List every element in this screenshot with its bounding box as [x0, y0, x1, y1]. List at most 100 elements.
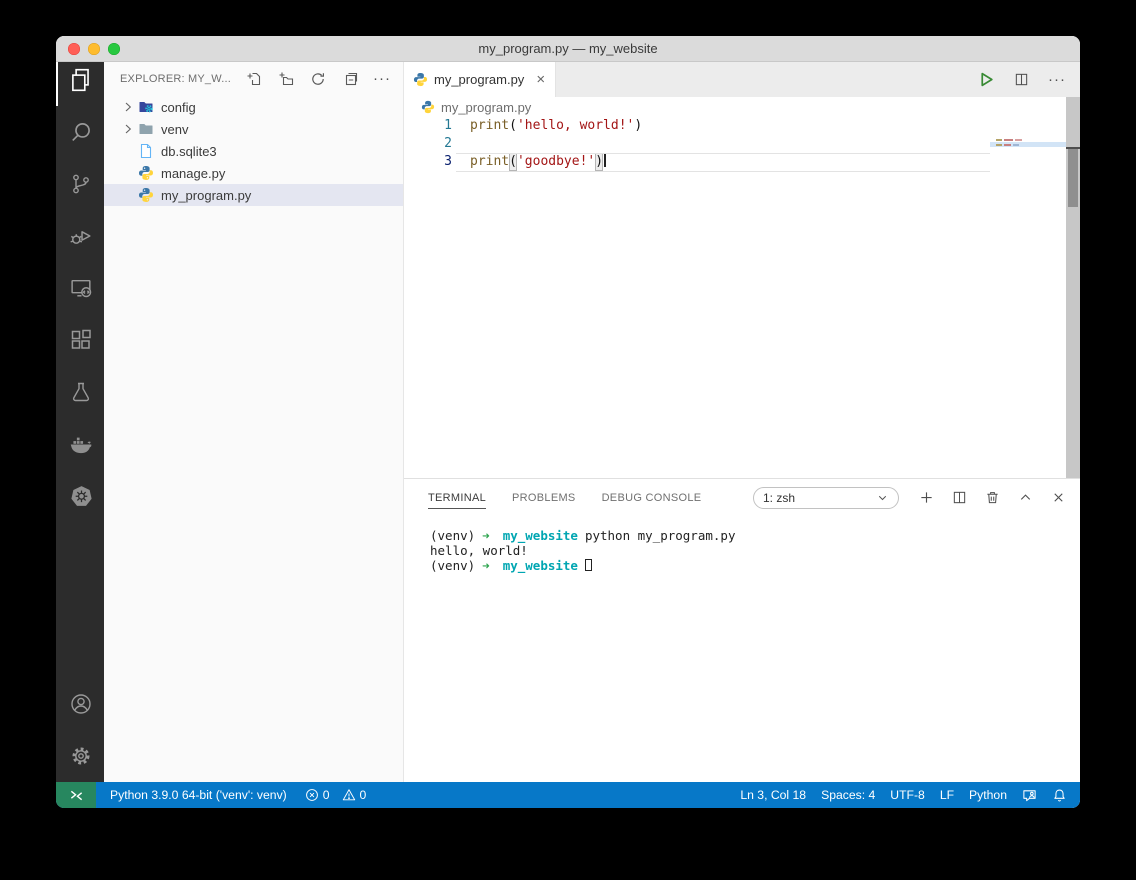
panel-actions	[919, 490, 1066, 505]
line-number-active: 3	[404, 153, 470, 171]
line-number: 1	[404, 117, 470, 135]
tree-item-my-program-py[interactable]: my_program.py	[104, 184, 403, 206]
tab-terminal[interactable]: TERMINAL	[428, 487, 486, 509]
bottom-panel: TERMINAL PROBLEMS DEBUG CONSOLE 1: zsh	[404, 478, 1080, 782]
terminal-line: hello, world!	[430, 543, 1080, 558]
encoding-status[interactable]: UTF-8	[890, 788, 925, 802]
editor-column: my_program.py × ··· my_program.py	[404, 62, 1080, 782]
split-editor-button[interactable]	[1014, 72, 1029, 87]
bell-icon	[1052, 788, 1067, 803]
close-tab-icon[interactable]: ×	[536, 72, 545, 87]
activity-bar-source-control[interactable]	[56, 158, 104, 210]
git-branch-icon	[69, 172, 93, 196]
play-icon	[978, 71, 995, 88]
activity-bar-remote-explorer[interactable]	[56, 262, 104, 314]
tree-item-manage-py[interactable]: manage.py	[104, 162, 403, 184]
tree-item-config[interactable]: config	[104, 96, 403, 118]
eol-status[interactable]: LF	[940, 788, 954, 802]
refresh-button[interactable]	[309, 71, 326, 88]
tree-item-label: manage.py	[161, 166, 225, 181]
terminal-cursor	[585, 559, 592, 571]
tab-my-program-py[interactable]: my_program.py ×	[404, 62, 556, 97]
terminal-output[interactable]: (venv)➜my_websitepython my_program.py he…	[404, 516, 1080, 573]
status-left: Python 3.9.0 64-bit ('venv': venv) 0 0	[96, 788, 366, 802]
status-right: Ln 3, Col 18 Spaces: 4 UTF-8 LF Python	[740, 788, 1080, 803]
chevron-right-icon	[120, 99, 138, 115]
maximize-panel-button[interactable]	[1018, 490, 1033, 505]
minimap[interactable]	[990, 137, 1066, 197]
language-mode-status[interactable]: Python	[969, 788, 1007, 802]
prompt-directory: my_website	[503, 528, 578, 543]
collapse-all-icon	[342, 71, 358, 87]
split-terminal-icon	[952, 490, 967, 505]
scrollbar-thumb[interactable]	[1068, 149, 1078, 207]
activity-bar	[56, 62, 104, 782]
new-folder-icon	[278, 71, 294, 87]
remote-indicator[interactable]	[56, 782, 96, 808]
breadcrumb[interactable]: my_program.py	[404, 97, 1080, 117]
breadcrumb-file: my_program.py	[441, 100, 531, 115]
tree-item-venv[interactable]: venv	[104, 118, 403, 140]
kill-terminal-button[interactable]	[985, 490, 1000, 505]
prompt-directory: my_website	[503, 558, 578, 573]
feedback-button[interactable]	[1022, 788, 1037, 803]
activity-bar-run-debug[interactable]	[56, 210, 104, 262]
sidebar-explorer: EXPLORER: MY_W... ··· config	[104, 62, 404, 782]
prompt-arrow: ➜	[482, 528, 490, 543]
activity-bar-kubernetes[interactable]	[56, 470, 104, 522]
cursor-position-status[interactable]: Ln 3, Col 18	[740, 788, 806, 802]
code-line-2: 2	[404, 135, 1080, 153]
close-panel-button[interactable]	[1051, 490, 1066, 505]
activity-bar-search[interactable]	[56, 106, 104, 158]
tab-problems[interactable]: PROBLEMS	[512, 487, 576, 508]
main-area: EXPLORER: MY_W... ··· config	[56, 62, 1080, 782]
new-folder-button[interactable]	[277, 71, 294, 88]
collapse-folders-button[interactable]	[341, 71, 358, 88]
editor: my_program.py 1print('hello, world!') 2 …	[404, 97, 1080, 478]
activity-bar-extensions[interactable]	[56, 314, 104, 366]
problems-status[interactable]: 0 0	[305, 788, 367, 802]
terminal-line: (venv)➜my_websitepython my_program.py	[430, 528, 1080, 543]
editor-more-actions-button[interactable]: ···	[1048, 75, 1066, 85]
code-area[interactable]: 1print('hello, world!') 2 3print('goodby…	[404, 117, 1080, 478]
split-editor-icon	[1014, 72, 1029, 87]
activity-bar-account[interactable]	[56, 678, 104, 730]
file-tree: config venv db.sqlite3 manage.py	[104, 96, 403, 206]
chevron-down-icon	[876, 491, 889, 504]
new-file-icon	[246, 71, 262, 87]
terminal-shell-select[interactable]: 1: zsh	[753, 487, 899, 509]
vscode-window: my_program.py — my_website	[56, 36, 1080, 808]
explorer-title: EXPLORER: MY_W...	[120, 73, 245, 85]
error-count: 0	[323, 788, 330, 802]
explorer-actions: ···	[245, 71, 391, 88]
gear-icon	[69, 744, 93, 768]
config-folder-icon	[138, 99, 155, 115]
status-bar: Python 3.9.0 64-bit ('venv': venv) 0 0 L…	[56, 782, 1080, 808]
notifications-button[interactable]	[1052, 788, 1067, 803]
kubernetes-icon	[69, 484, 94, 509]
more-actions-button[interactable]: ···	[373, 74, 391, 84]
editor-scrollbar[interactable]	[1066, 97, 1080, 478]
code-line-1: 1print('hello, world!')	[404, 117, 1080, 135]
activity-bar-settings[interactable]	[56, 730, 104, 782]
terminal-line: (venv)➜my_website	[430, 558, 1080, 573]
new-terminal-button[interactable]	[919, 490, 934, 505]
minimap-line-marker	[996, 144, 1019, 146]
tree-item-db-sqlite3[interactable]: db.sqlite3	[104, 140, 403, 162]
account-icon	[69, 692, 93, 716]
feedback-icon	[1022, 788, 1037, 803]
activity-bar-docker[interactable]	[56, 418, 104, 470]
tab-debug-console[interactable]: DEBUG CONSOLE	[602, 487, 702, 508]
code-line-3: 3print('goodbye!')	[404, 153, 1080, 171]
files-icon	[68, 67, 94, 93]
indentation-status[interactable]: Spaces: 4	[821, 788, 875, 802]
new-file-button[interactable]	[245, 71, 262, 88]
tree-item-label: venv	[161, 122, 188, 137]
warning-icon	[342, 788, 356, 802]
python-interpreter-status[interactable]: Python 3.9.0 64-bit ('venv': venv)	[110, 788, 287, 802]
split-terminal-button[interactable]	[952, 490, 967, 505]
run-python-file-button[interactable]	[978, 71, 995, 88]
panel-header: TERMINAL PROBLEMS DEBUG CONSOLE 1: zsh	[404, 479, 1080, 516]
activity-bar-testing[interactable]	[56, 366, 104, 418]
docker-icon	[68, 431, 94, 457]
